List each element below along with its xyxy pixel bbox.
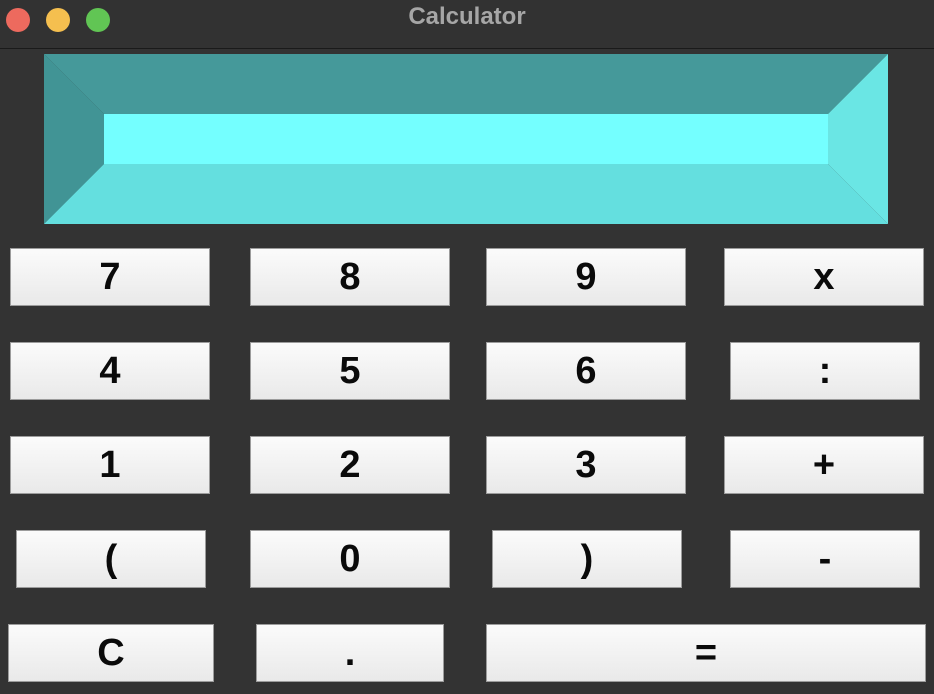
window-title: Calculator	[408, 3, 526, 30]
display-bevel-top	[44, 54, 888, 114]
clear-button[interactable]: C	[8, 624, 214, 682]
digit-6-button[interactable]: 6	[486, 342, 686, 400]
calculator-display	[44, 54, 888, 224]
digit-9-button[interactable]: 9	[486, 248, 686, 306]
divide-button[interactable]: :	[730, 342, 920, 400]
title-bar: Calculator	[0, 0, 934, 49]
digit-0-button[interactable]: 0	[250, 530, 450, 588]
minus-button[interactable]: -	[730, 530, 920, 588]
digit-5-button[interactable]: 5	[250, 342, 450, 400]
equals-button[interactable]: =	[486, 624, 926, 682]
digit-3-button[interactable]: 3	[486, 436, 686, 494]
digit-7-button[interactable]: 7	[10, 248, 210, 306]
display-readout	[104, 114, 828, 164]
decimal-point-button[interactable]: .	[256, 624, 444, 682]
digit-2-button[interactable]: 2	[250, 436, 450, 494]
display-bevel-bottom	[44, 164, 888, 224]
multiply-button[interactable]: x	[724, 248, 924, 306]
digit-8-button[interactable]: 8	[250, 248, 450, 306]
plus-button[interactable]: +	[724, 436, 924, 494]
digit-1-button[interactable]: 1	[10, 436, 210, 494]
open-paren-button[interactable]: (	[16, 530, 206, 588]
close-paren-button[interactable]: )	[492, 530, 682, 588]
digit-4-button[interactable]: 4	[10, 342, 210, 400]
